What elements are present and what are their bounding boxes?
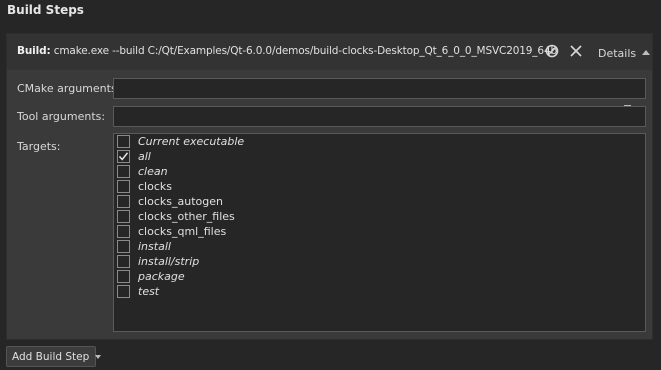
close-icon[interactable] (568, 43, 584, 59)
build-step-panel: Build: cmake.exe --build C:/Qt/Examples/… (6, 33, 653, 340)
tool-arguments-input[interactable] (113, 106, 646, 127)
build-step-header[interactable]: Build: cmake.exe --build C:/Qt/Examples/… (7, 34, 652, 70)
details-label: Details (598, 47, 637, 60)
target-checkbox[interactable] (117, 225, 130, 238)
build-step-summary: Build: cmake.exe --build C:/Qt/Examples/… (17, 45, 557, 57)
target-checkbox[interactable] (117, 165, 130, 178)
target-label: clean (138, 165, 168, 178)
chevron-up-icon (642, 50, 651, 55)
tool-arguments-label: Tool arguments: (17, 110, 106, 123)
target-checkbox[interactable] (117, 195, 130, 208)
target-label: clocks_qml_files (138, 225, 227, 238)
target-label: all (138, 150, 151, 163)
build-step-command: cmake.exe --build C:/Qt/Examples/Qt-6.0.… (53, 45, 557, 57)
target-label: install/strip (138, 255, 200, 268)
target-checkbox[interactable] (117, 255, 130, 268)
add-build-step-label: Add Build Step (12, 350, 90, 363)
targets-list[interactable]: Current executable all clean clocks cloc… (113, 133, 646, 332)
target-item[interactable]: Current executable (117, 134, 417, 149)
target-label: Current executable (138, 135, 245, 148)
target-checkbox[interactable] (117, 180, 130, 193)
target-label: clocks (138, 180, 172, 193)
target-item[interactable]: install/strip (117, 254, 417, 269)
cmake-arguments-label: CMake arguments: (17, 82, 121, 95)
checkmark-icon (118, 152, 129, 161)
target-checkbox[interactable] (117, 240, 130, 253)
target-checkbox[interactable] (117, 285, 130, 298)
target-label: clocks_other_files (138, 210, 235, 223)
target-label: clocks_autogen (138, 195, 223, 208)
cmake-arguments-input[interactable] (113, 78, 646, 99)
chevron-down-icon (95, 354, 102, 359)
target-label: package (138, 270, 185, 283)
target-item[interactable]: clocks_other_files (117, 209, 417, 224)
details-button[interactable]: Details (598, 47, 651, 60)
target-label: install (138, 240, 171, 253)
add-build-step-button[interactable]: Add Build Step (6, 346, 102, 367)
target-checkbox[interactable] (117, 210, 130, 223)
target-item[interactable]: clean (117, 164, 417, 179)
target-item[interactable]: clocks_qml_files (117, 224, 417, 239)
target-item[interactable]: clocks (117, 179, 417, 194)
section-title: Build Steps (7, 3, 84, 17)
target-checkbox[interactable] (117, 150, 130, 163)
target-item[interactable]: install (117, 239, 417, 254)
target-item[interactable]: package (117, 269, 417, 284)
build-steps-page: Build Steps Build: cmake.exe --build C:/… (0, 0, 661, 370)
target-checkbox[interactable] (117, 270, 130, 283)
target-item[interactable]: clocks_autogen (117, 194, 417, 209)
target-item[interactable]: test (117, 284, 417, 299)
build-step-label: Build: (17, 45, 51, 57)
target-label: test (138, 285, 160, 298)
targets-label: Targets: (17, 140, 61, 153)
disable-icon[interactable] (544, 43, 560, 59)
target-item[interactable]: all (117, 149, 417, 164)
target-checkbox[interactable] (117, 135, 130, 148)
